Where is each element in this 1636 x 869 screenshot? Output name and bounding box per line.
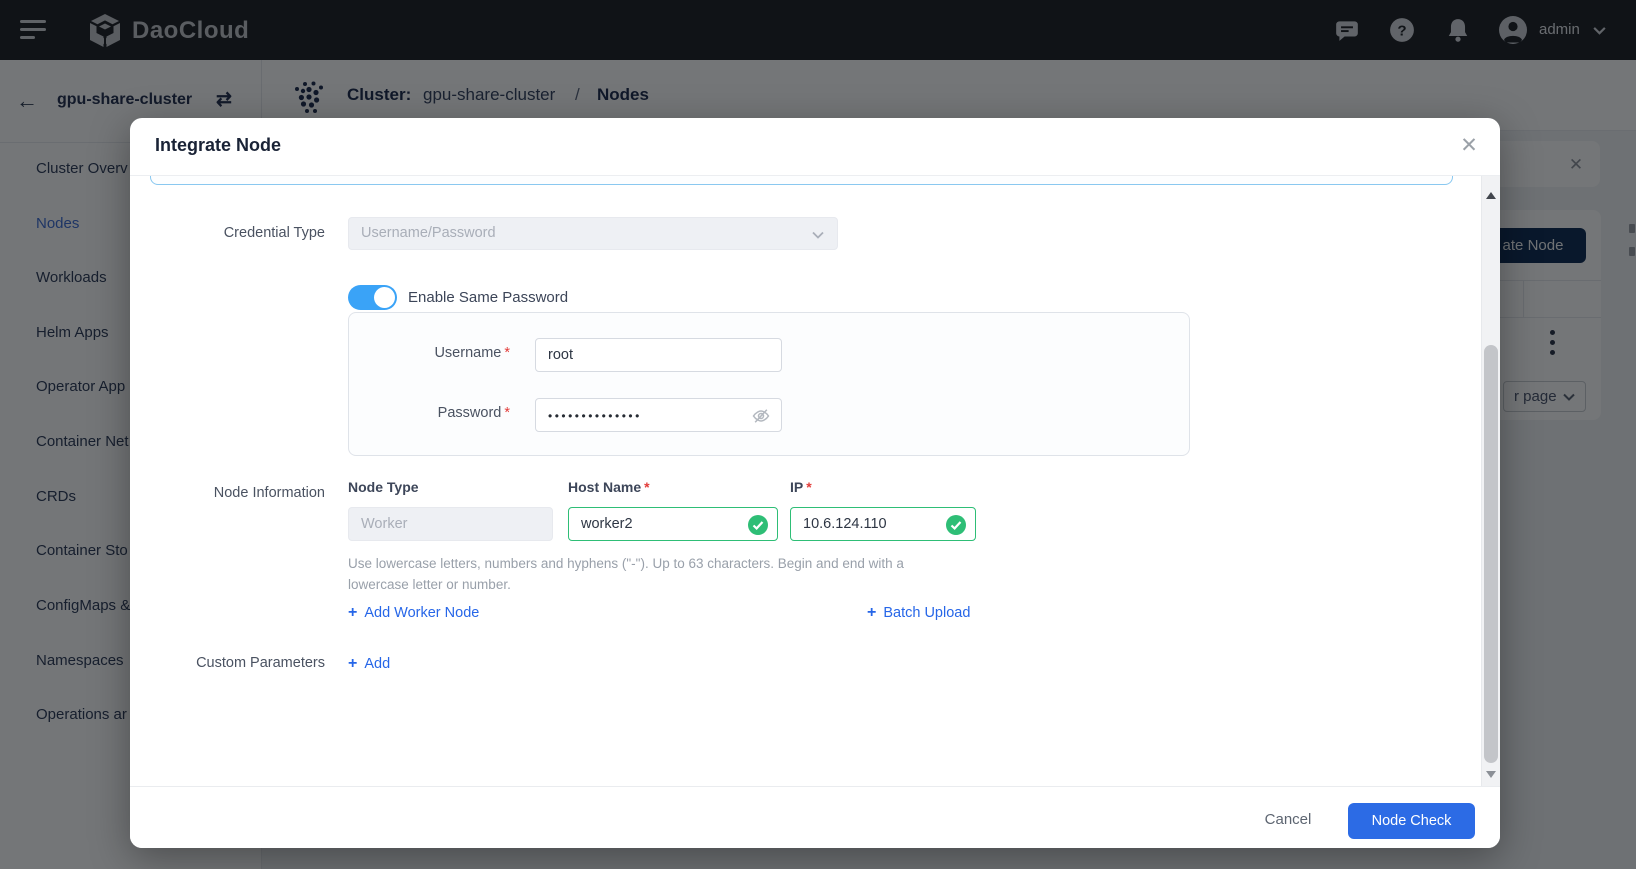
required-asterisk: * <box>504 405 510 421</box>
credential-type-value: Username/Password <box>361 225 496 241</box>
modal-footer: Cancel Node Check <box>130 786 1500 848</box>
node-check-button[interactable]: Node Check <box>1348 803 1475 839</box>
required-asterisk: * <box>504 345 510 361</box>
check-circle-icon <box>748 515 768 535</box>
batch-upload-link[interactable]: +Batch Upload <box>867 604 970 622</box>
username-label: Username* <box>349 345 510 361</box>
masked-password: •••••••••••••• <box>548 409 642 423</box>
cancel-button[interactable]: Cancel <box>1238 811 1338 828</box>
add-worker-node-link[interactable]: +Add Worker Node <box>348 604 479 622</box>
modal-body: Credential Type Username/Password Enable… <box>130 176 1500 786</box>
scroll-down-arrow[interactable] <box>1486 771 1496 778</box>
scrollbar-thumb[interactable] <box>1484 345 1498 763</box>
plus-icon: + <box>348 604 357 621</box>
credentials-group-box: Username* root Password* •••••••••••••• <box>348 312 1190 456</box>
required-asterisk: * <box>644 479 649 495</box>
ip-column-label: IP* <box>790 479 812 495</box>
username-input[interactable]: root <box>535 338 782 372</box>
same-password-toggle[interactable] <box>348 285 397 310</box>
modal-scrollbar[interactable] <box>1481 176 1500 786</box>
credential-type-label: Credential Type <box>130 225 325 241</box>
plus-icon: + <box>348 655 357 672</box>
ip-input[interactable]: 10.6.124.110 <box>790 507 976 541</box>
same-password-label: Enable Same Password <box>408 289 568 306</box>
add-custom-parameter-link[interactable]: +Add <box>348 655 390 673</box>
node-information-label: Node Information <box>130 485 325 501</box>
required-asterisk: * <box>806 479 811 495</box>
credential-type-select[interactable]: Username/Password <box>348 217 838 250</box>
screen: DaoCloud ? admin ← gpu-share-cl <box>0 0 1636 869</box>
password-input[interactable]: •••••••••••••• <box>535 398 782 432</box>
plus-icon: + <box>867 604 876 621</box>
custom-parameters-label: Custom Parameters <box>130 655 325 671</box>
modal-title: Integrate Node <box>155 135 281 156</box>
scrolled-focused-field-edge[interactable] <box>150 176 1453 185</box>
node-type-input: Worker <box>348 507 553 541</box>
password-label: Password* <box>349 405 510 421</box>
hostname-hint-text: Use lowercase letters, numbers and hyphe… <box>348 553 944 595</box>
close-icon[interactable]: ✕ <box>1456 133 1482 159</box>
integrate-node-modal: Integrate Node ✕ Credential Type Usernam… <box>130 118 1500 848</box>
node-type-column-label: Node Type <box>348 479 419 495</box>
check-circle-icon <box>946 515 966 535</box>
toggle-knob <box>374 287 395 308</box>
host-name-input[interactable]: worker2 <box>568 507 778 541</box>
scroll-up-arrow[interactable] <box>1486 192 1496 199</box>
host-name-column-label: Host Name* <box>568 479 650 495</box>
modal-header: Integrate Node ✕ <box>130 118 1500 176</box>
chevron-down-icon <box>811 228 825 242</box>
eye-off-icon[interactable] <box>751 406 771 426</box>
